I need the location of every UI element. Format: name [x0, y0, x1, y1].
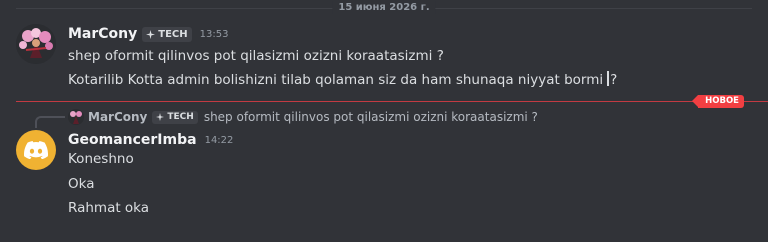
new-messages-badge: НОВОЕ — [692, 95, 744, 108]
sparkle-icon — [146, 29, 156, 39]
server-tag-label: TECH — [158, 28, 188, 40]
discord-logo-icon — [24, 141, 48, 159]
server-tag[interactable]: TECH — [142, 26, 192, 42]
new-messages-divider: НОВОЕ — [16, 95, 768, 108]
timestamp[interactable]: 14:22 — [205, 135, 234, 146]
message-text: Oka — [68, 176, 95, 192]
message-text-part: ? — [610, 72, 618, 88]
reply-spine — [35, 116, 65, 128]
message-header: MarCony TECH 13:53 — [68, 25, 228, 43]
chat-panel: 15 июня 2026 г. MarCony TECH 13:53 shep … — [0, 0, 768, 242]
avatar[interactable] — [16, 130, 56, 170]
message-header: GeomancerImba 14:22 — [68, 131, 233, 149]
date-divider-label: 15 июня 2026 г. — [332, 1, 436, 14]
message-text-part: Kotarilib Kotta admin bolishizni tilab q… — [68, 72, 604, 88]
message-text: Rahmat oka — [68, 200, 150, 216]
reply-server-tag-label: TECH — [167, 112, 194, 122]
reply-avatar[interactable] — [68, 109, 84, 125]
reply-preview[interactable]: MarCony TECH shep oformit qilinvos pot q… — [68, 109, 538, 125]
username[interactable]: GeomancerImba — [68, 131, 197, 149]
avatar[interactable] — [16, 24, 56, 64]
reply-username[interactable]: MarCony — [88, 110, 147, 124]
message-text: Kotarilib Kotta admin bolishizni tilab q… — [68, 71, 617, 89]
timestamp[interactable]: 13:53 — [200, 29, 229, 40]
reply-text[interactable]: shep oformit qilinvos pot qilasizmi oziz… — [204, 110, 538, 124]
username[interactable]: MarCony — [68, 25, 137, 43]
message-text: shep oformit qilinvos pot qilasizmi oziz… — [68, 48, 444, 64]
message-text: Koneshno — [68, 151, 134, 167]
date-divider: 15 июня 2026 г. — [16, 0, 752, 16]
sparkle-icon — [156, 113, 165, 121]
text-cursor — [607, 71, 610, 86]
reply-server-tag[interactable]: TECH — [152, 110, 198, 124]
